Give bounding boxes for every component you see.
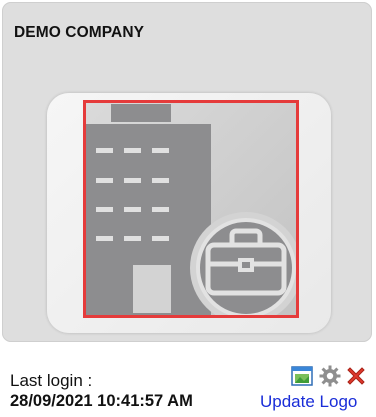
window-image-icon[interactable] (290, 364, 314, 388)
update-logo-link[interactable]: Update Logo (260, 392, 357, 412)
logo-frame (47, 93, 331, 333)
company-logo-placeholder[interactable] (83, 100, 299, 318)
company-name: DEMO COMPANY (14, 24, 145, 41)
company-card: DEMO COMPANY (2, 2, 372, 342)
last-login-label: Last login : (10, 371, 93, 390)
close-x-icon[interactable] (344, 364, 368, 388)
building-briefcase-icon (86, 104, 296, 315)
gear-icon[interactable] (318, 364, 342, 388)
last-login-timestamp: 28/09/2021 10:41:57 AM (10, 392, 193, 410)
